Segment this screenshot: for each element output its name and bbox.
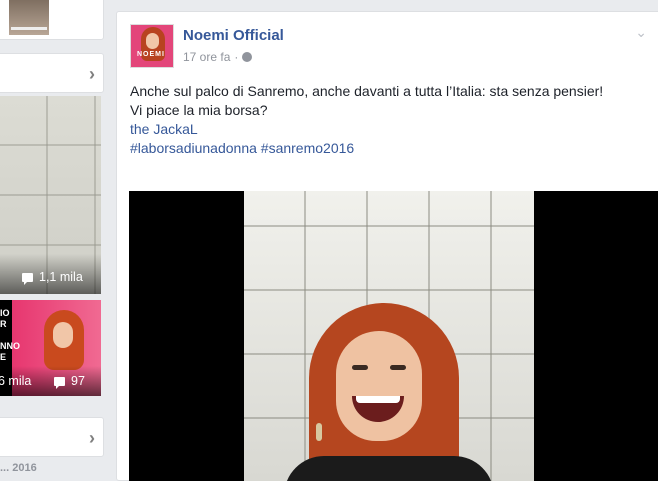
- video-comment-count-2: 97: [54, 374, 85, 389]
- post-card: NOEMI Noemi Official 17 ore fa · ⌄ Anche…: [116, 11, 658, 481]
- page-name-link[interactable]: Noemi Official: [183, 27, 284, 44]
- post-video[interactable]: [129, 191, 658, 481]
- video-comment-count: 1,1 mila: [22, 270, 83, 285]
- sidebar-date: ... 2016: [0, 462, 37, 474]
- page-avatar[interactable]: NOEMI: [130, 24, 174, 68]
- sidebar-video-thumbnail[interactable]: [0, 96, 101, 294]
- mention-link[interactable]: the JackaL: [130, 120, 630, 139]
- chevron-right-icon[interactable]: ›: [89, 64, 95, 85]
- sidebar-section-header-2[interactable]: ›: [0, 417, 104, 457]
- video-frame: [244, 191, 534, 481]
- post-meta: 17 ore fa ·: [183, 50, 253, 64]
- globe-icon[interactable]: [242, 52, 253, 62]
- thumbnail-caption: [11, 27, 47, 30]
- comment-icon: [54, 376, 65, 389]
- post-timestamp[interactable]: 17 ore fa: [183, 50, 230, 64]
- comment-icon: [22, 272, 33, 285]
- thumbnail-text: IO R NNO E: [0, 308, 20, 362]
- post-text: Anche sul palco di Sanremo, anche davant…: [130, 82, 630, 158]
- hashtag-links[interactable]: #laborsadiunadonna #sanremo2016: [130, 139, 630, 158]
- chevron-right-icon[interactable]: ›: [89, 428, 95, 449]
- video-view-count: 6 mila: [0, 374, 32, 388]
- sidebar-top-card[interactable]: [0, 0, 104, 40]
- chevron-down-icon[interactable]: ⌄: [635, 24, 647, 41]
- sidebar-section-header[interactable]: ›: [0, 53, 104, 93]
